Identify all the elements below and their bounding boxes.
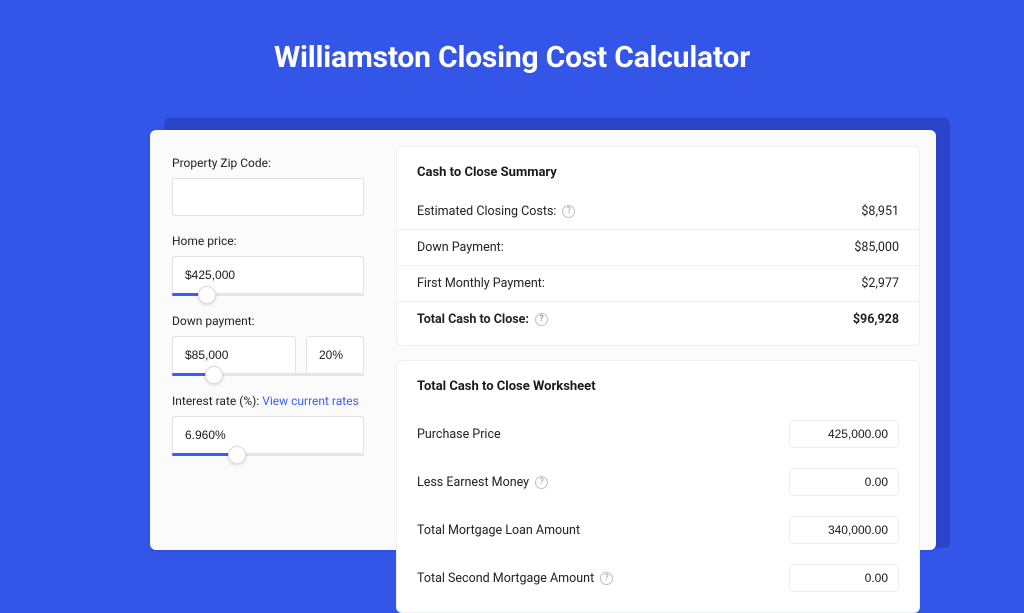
summary-row-label: Total Cash to Close:	[417, 312, 529, 327]
worksheet-panel: Total Cash to Close Worksheet Purchase P…	[396, 360, 920, 613]
worksheet-row-input[interactable]	[789, 564, 899, 592]
interest-slider-thumb[interactable]	[228, 446, 246, 464]
summary-row-label: Estimated Closing Costs:	[417, 204, 556, 219]
home-price-slider-thumb[interactable]	[198, 286, 216, 304]
home-price-slider-wrap	[172, 256, 364, 296]
summary-row-label: First Monthly Payment:	[417, 276, 545, 291]
interest-label: Interest rate (%): View current rates	[172, 394, 364, 408]
down-payment-input[interactable]	[172, 336, 296, 374]
worksheet-row-label: Total Second Mortgage Amount	[417, 571, 594, 586]
help-icon[interactable]: ?	[600, 572, 613, 585]
home-price-slider[interactable]	[172, 293, 364, 296]
down-payment-label: Down payment:	[172, 314, 364, 328]
summary-row: Total Cash to Close:? $96,928	[417, 304, 899, 335]
down-payment-slider-thumb[interactable]	[205, 366, 223, 384]
summary-column: Cash to Close Summary Estimated Closing …	[386, 130, 936, 550]
summary-divider	[397, 301, 919, 302]
worksheet-row-input[interactable]	[789, 468, 899, 496]
summary-row-label: Down Payment:	[417, 240, 504, 255]
worksheet-row: Total Mortgage Loan Amount	[417, 506, 899, 554]
home-price-label: Home price:	[172, 234, 364, 248]
worksheet-row-label: Less Earnest Money	[417, 475, 529, 490]
summary-row-value: $96,928	[853, 312, 899, 327]
view-rates-link[interactable]: View current rates	[262, 394, 359, 408]
zip-field: Property Zip Code:	[172, 156, 364, 216]
zip-label: Property Zip Code:	[172, 156, 364, 170]
worksheet-row: Purchase Price	[417, 410, 899, 458]
down-payment-slider[interactable]	[172, 373, 364, 376]
down-payment-field: Down payment:	[172, 314, 364, 376]
summary-panel: Cash to Close Summary Estimated Closing …	[396, 146, 920, 346]
zip-input[interactable]	[172, 178, 364, 216]
page-title: Williamston Closing Cost Calculator	[0, 0, 1024, 103]
interest-slider[interactable]	[172, 453, 364, 456]
worksheet-row-label: Total Mortgage Loan Amount	[417, 523, 580, 538]
worksheet-row: Total Second Mortgage Amount?	[417, 554, 899, 602]
interest-label-text: Interest rate (%):	[172, 394, 262, 408]
summary-row: Down Payment: $85,000	[417, 232, 899, 263]
down-payment-pct-input[interactable]	[306, 336, 364, 374]
summary-divider	[397, 265, 919, 266]
help-icon[interactable]: ?	[535, 476, 548, 489]
summary-row: First Monthly Payment: $2,977	[417, 268, 899, 299]
worksheet-row-label: Purchase Price	[417, 427, 501, 442]
inputs-column: Property Zip Code: Home price: Down paym…	[150, 130, 386, 550]
summary-row-value: $8,951	[861, 204, 899, 219]
help-icon[interactable]: ?	[562, 205, 575, 218]
help-icon[interactable]: ?	[535, 313, 548, 326]
home-price-field: Home price:	[172, 234, 364, 296]
summary-divider	[397, 229, 919, 230]
worksheet-row: Less Earnest Money?	[417, 458, 899, 506]
calculator-card: Property Zip Code: Home price: Down paym…	[150, 130, 936, 550]
summary-rows: Estimated Closing Costs:? $8,951 Down Paym…	[417, 196, 899, 335]
summary-row-value: $85,000	[854, 240, 899, 255]
worksheet-row-input[interactable]	[789, 516, 899, 544]
interest-field: Interest rate (%): View current rates	[172, 394, 364, 456]
worksheet-row-input[interactable]	[789, 420, 899, 448]
summary-title: Cash to Close Summary	[417, 165, 899, 180]
worksheet-rows: Purchase Price Less Earnest Money? Total M…	[417, 410, 899, 602]
worksheet-title: Total Cash to Close Worksheet	[417, 379, 899, 394]
summary-row: Estimated Closing Costs:? $8,951	[417, 196, 899, 227]
summary-row-value: $2,977	[861, 276, 899, 291]
interest-input[interactable]	[172, 416, 364, 454]
